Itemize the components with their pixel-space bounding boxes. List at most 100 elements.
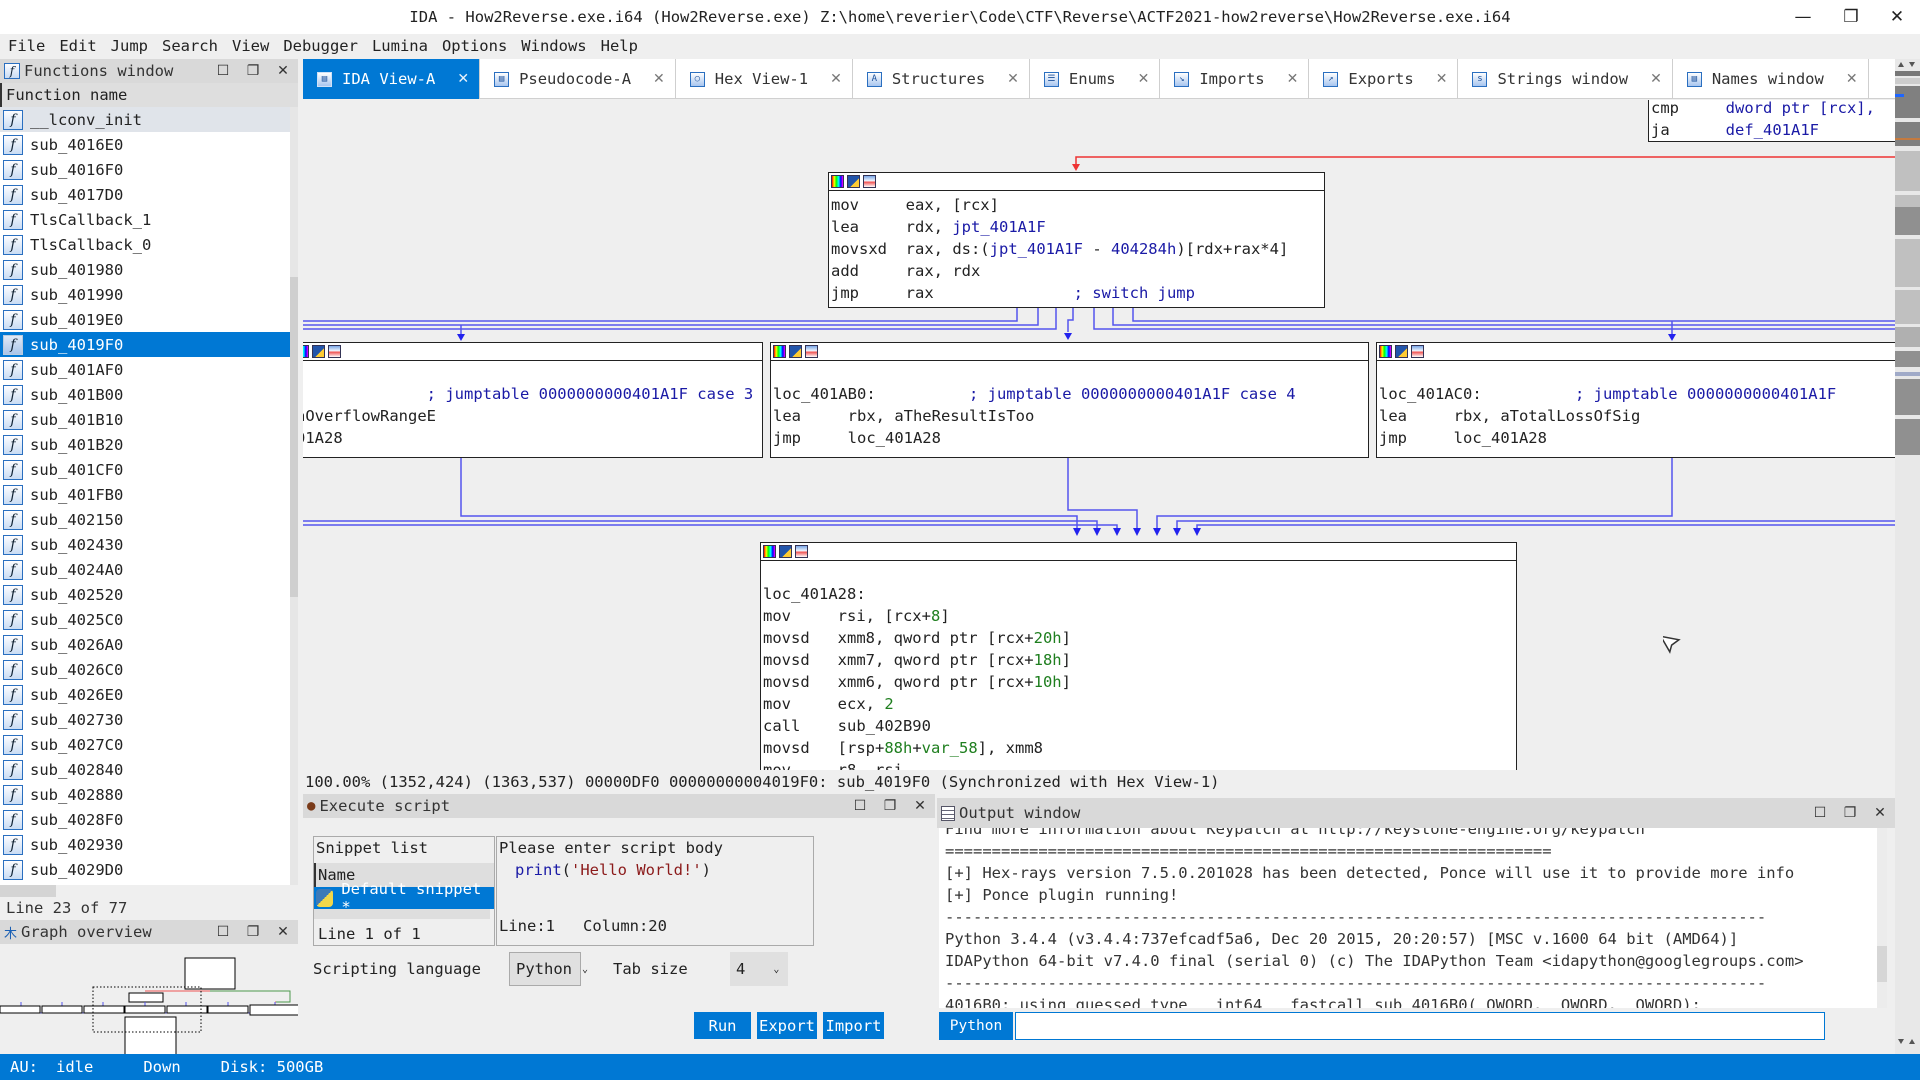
function-list-item[interactable]: f sub_4029D0	[0, 857, 290, 882]
snippet-item[interactable]: Default snippet *	[314, 880, 494, 916]
column-header-function-name[interactable]: Function name	[0, 83, 298, 107]
graph-node-switch[interactable]: mov eax, [rcx] lea rdx, jpt_401A1F movsxd …	[828, 172, 1325, 308]
rename-icon[interactable]	[779, 545, 792, 558]
graph-node-case5[interactable]: loc_401AC0: ; jumptable 0000000000401A1F…	[1376, 342, 1895, 458]
tab-hex-view-1[interactable]: ○ Hex View-1 ✕	[676, 59, 853, 99]
menu-edit[interactable]: Edit	[59, 37, 96, 55]
menu-help[interactable]: Help	[601, 37, 638, 55]
asm-line[interactable]: call sub_402B90	[761, 715, 1516, 737]
asm-line[interactable]: movsd xmm6, qword ptr [rcx+10h]	[761, 671, 1516, 693]
asm-line[interactable]	[761, 561, 1516, 583]
rename-icon[interactable]	[847, 175, 860, 188]
menu-debugger[interactable]: Debugger	[283, 37, 358, 55]
panel-float-button[interactable]: ☐	[208, 63, 238, 79]
graph-node-loc-401a28[interactable]: loc_401A28: mov rsi, [rcx+8] movsd xmm8, q…	[760, 542, 1517, 770]
asm-line[interactable]: mov ecx, 2	[761, 693, 1516, 715]
menu-jump[interactable]: Jump	[111, 37, 148, 55]
function-list-item[interactable]: f sub_4016F0	[0, 157, 290, 182]
tab-close-icon[interactable]: ✕	[653, 71, 665, 87]
asm-line[interactable]: lea rdx, jpt_401A1F	[829, 216, 1324, 238]
panel-float-button[interactable]: ☐	[208, 924, 238, 940]
function-list-item[interactable]: f sub_401990	[0, 282, 290, 307]
asm-line[interactable]: 01A28	[303, 427, 762, 449]
export-button[interactable]: Export	[757, 1012, 817, 1039]
tab-pseudocode-a[interactable]: ▤ Pseudocode-A ✕	[480, 59, 676, 99]
asm-line[interactable]: add rax, rdx	[829, 260, 1324, 282]
function-list-item[interactable]: f __lconv_init	[0, 107, 290, 132]
asm-line[interactable]: mov rsi, [rcx+8]	[761, 605, 1516, 627]
function-list-item[interactable]: f sub_402880	[0, 782, 290, 807]
function-list-scrollbar[interactable]	[290, 107, 298, 885]
output-scrollbar[interactable]	[1877, 828, 1887, 1008]
tab-close-icon[interactable]: ✕	[1650, 71, 1662, 87]
asm-line[interactable]: lea rbx, aTheResultIsToo	[771, 405, 1368, 427]
function-list-item[interactable]: f sub_401AF0	[0, 357, 290, 382]
function-list-item[interactable]: f sub_402430	[0, 532, 290, 557]
function-list-item[interactable]: f sub_4027C0	[0, 732, 290, 757]
function-list-item[interactable]: f sub_402730	[0, 707, 290, 732]
function-list-item[interactable]: f sub_4028F0	[0, 807, 290, 832]
panel-close-button[interactable]: ✕	[905, 798, 935, 814]
graph-node-case3[interactable]: ; jumptable 0000000000401A1F case 3 aOver…	[303, 342, 763, 458]
menu-search[interactable]: Search	[162, 37, 218, 55]
menu-file[interactable]: File	[8, 37, 45, 55]
asm-line[interactable]: loc_401A28:	[761, 583, 1516, 605]
asm-line[interactable]: aOverflowRangeE	[303, 405, 762, 427]
graph-node-case4[interactable]: loc_401AB0: ; jumptable 0000000000401A1F…	[770, 342, 1369, 458]
tab-structures[interactable]: A Structures ✕	[853, 59, 1030, 99]
graph-edit-icon[interactable]	[795, 545, 808, 558]
graph-node-compare[interactable]: cmp dword ptr [rcx], ja def_401A1F	[1648, 100, 1895, 142]
asm-line[interactable]	[1377, 361, 1895, 383]
navigation-band[interactable]	[1895, 59, 1920, 1054]
panel-float-button[interactable]: ☐	[845, 798, 875, 814]
graph-edit-icon[interactable]	[863, 175, 876, 188]
menu-options[interactable]: Options	[442, 37, 507, 55]
asm-line[interactable]: lea rbx, aTotalLossOfSig	[1377, 405, 1895, 427]
panel-restore-button[interactable]: ❐	[238, 63, 268, 79]
panel-float-button[interactable]: ☐	[1805, 805, 1835, 821]
tab-ida-view-a[interactable]: ▤ IDA View-A ✕	[303, 59, 481, 99]
function-list-item[interactable]: f sub_4026A0	[0, 632, 290, 657]
tab-close-icon[interactable]: ✕	[1138, 71, 1150, 87]
tab-close-icon[interactable]: ✕	[1436, 71, 1448, 87]
cli-input[interactable]	[1015, 1012, 1825, 1040]
asm-line[interactable]: loc_401AC0: ; jumptable 0000000000401A1F	[1377, 383, 1895, 405]
function-list-item[interactable]: f TlsCallback_0	[0, 232, 290, 257]
panel-restore-button[interactable]: ❐	[875, 798, 905, 814]
close-button[interactable]: ✕	[1874, 0, 1920, 34]
maximize-button[interactable]: ❐	[1828, 0, 1874, 34]
ida-view-graph[interactable]: cmp dword ptr [rcx], ja def_401A1F mov ea…	[303, 100, 1895, 770]
asm-line[interactable]: movsd xmm8, qword ptr [rcx+20h]	[761, 627, 1516, 649]
panel-close-button[interactable]: ✕	[1865, 805, 1895, 821]
tab-close-icon[interactable]: ✕	[830, 71, 842, 87]
import-button[interactable]: Import	[823, 1012, 884, 1039]
scripting-language-select[interactable]: Python ⌄	[509, 952, 588, 986]
asm-line[interactable]: ; jumptable 0000000000401A1F case 3	[303, 383, 762, 405]
rename-icon[interactable]	[312, 345, 325, 358]
tab-close-icon[interactable]: ✕	[457, 71, 469, 87]
menu-windows[interactable]: Windows	[521, 37, 586, 55]
script-editor[interactable]: print('Hello World!')	[497, 859, 813, 915]
graph-edit-icon[interactable]	[1411, 345, 1424, 358]
function-list-item[interactable]: f sub_401B10	[0, 407, 290, 432]
output-text[interactable]: Find more information about Keypatch at …	[939, 828, 1879, 1008]
function-list-item[interactable]: f sub_4026C0	[0, 657, 290, 682]
asm-line[interactable]: jmp rax ; switch jump	[829, 282, 1324, 304]
function-list-item[interactable]: f sub_401B00	[0, 382, 290, 407]
asm-line[interactable]: ja def_401A1F	[1649, 119, 1895, 141]
function-list-item[interactable]: f sub_4025C0	[0, 607, 290, 632]
asm-line[interactable]: movsd xmm7, qword ptr [rcx+18h]	[761, 649, 1516, 671]
cli-language-button[interactable]: Python	[939, 1012, 1013, 1040]
rename-icon[interactable]	[1395, 345, 1408, 358]
color-icon[interactable]	[773, 345, 786, 358]
tab-names-window[interactable]: ▤ Names window ✕	[1673, 59, 1869, 99]
asm-line[interactable]: movsxd rax, ds:(jpt_401A1F - 404284h)[rd…	[829, 238, 1324, 260]
minimize-button[interactable]: —	[1780, 0, 1826, 34]
function-list-item[interactable]: f sub_402520	[0, 582, 290, 607]
asm-line[interactable]: movsd [rsp+88h+var_58], xmm8	[761, 737, 1516, 759]
tab-imports[interactable]: ↘ Imports ✕	[1160, 59, 1310, 99]
function-list-item[interactable]: f sub_4019E0	[0, 307, 290, 332]
color-icon[interactable]	[1379, 345, 1392, 358]
menu-lumina[interactable]: Lumina	[372, 37, 428, 55]
run-button[interactable]: Run	[694, 1012, 751, 1039]
